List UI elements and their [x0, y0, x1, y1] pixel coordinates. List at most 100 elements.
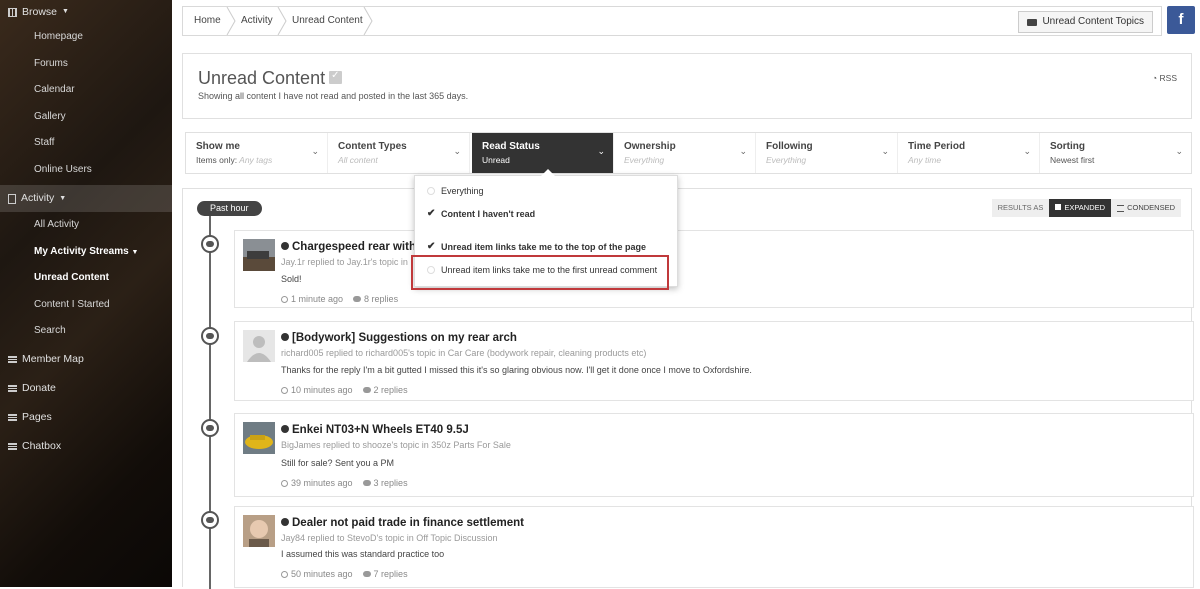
- filter-show-me[interactable]: Show me Items only: Any tags ⌄: [186, 133, 328, 173]
- sidebar-browse[interactable]: Browse ▼: [0, 0, 172, 24]
- condensed-label: CONDENSED: [1127, 203, 1175, 212]
- sidebar-item-staff[interactable]: Staff: [0, 130, 172, 157]
- filter-title: Read Status: [482, 141, 540, 152]
- checkmark-icon[interactable]: [329, 70, 343, 84]
- results-view-toggle: RESULTS AS EXPANDED CONDENSED: [991, 199, 1181, 217]
- facebook-button[interactable]: f: [1167, 6, 1195, 34]
- filter-content-types[interactable]: Content Types All content ⌄: [328, 133, 470, 173]
- post-time-text: 1 minute ago: [291, 294, 344, 304]
- post-meta: Jay.1r replied to Jay.1r's topic in: [281, 257, 408, 267]
- section-label: Past hour: [197, 201, 262, 216]
- filter-ownership[interactable]: Ownership Everything ⌄: [614, 133, 756, 173]
- chevron-down-icon: ⌄: [1023, 146, 1031, 156]
- avatar: [243, 422, 275, 454]
- list-item[interactable]: Chargespeed rear with Jay.1r replied to …: [234, 230, 1194, 308]
- square-icon: [1055, 204, 1062, 210]
- chevron-down-icon: ⌄: [881, 146, 889, 156]
- comment-icon: [353, 296, 362, 302]
- post-title[interactable]: Chargespeed rear with: [281, 241, 416, 253]
- unread-dot-icon: [281, 425, 289, 433]
- chevron-down-icon: ⌄: [1175, 146, 1183, 156]
- menu-item-everything[interactable]: Everything: [427, 186, 484, 196]
- breadcrumb-separator-icon: [363, 7, 373, 35]
- read-status-dropdown: Everything ✔ Content I haven't read ✔ Un…: [411, 169, 678, 290]
- sidebar-item-forums[interactable]: Forums: [0, 51, 172, 78]
- sidebar-item-my-activity-streams[interactable]: My Activity Streams ▼: [0, 239, 172, 266]
- post-time-text: 50 minutes ago: [291, 569, 353, 579]
- sidebar-item-gallery[interactable]: Gallery: [0, 104, 172, 131]
- sidebar-item-unread-content[interactable]: Unread Content: [0, 265, 172, 292]
- post-replies[interactable]: 3 replies: [362, 478, 408, 488]
- sidebar-pages[interactable]: Pages: [0, 403, 172, 432]
- sidebar-browse-label: Browse: [22, 6, 58, 18]
- topics-button-label: Unread Content Topics: [1042, 16, 1144, 27]
- post-snippet: Thanks for the reply I'm a bit gutted I …: [281, 365, 752, 375]
- menu-item-links-top-of-page[interactable]: ✔ Unread item links take me to the top o…: [427, 241, 646, 252]
- post-title[interactable]: Enkei NT03+N Wheels ET40 9.5J: [281, 424, 469, 436]
- post-replies[interactable]: 2 replies: [362, 385, 408, 395]
- clock-icon: [281, 387, 288, 394]
- sidebar-item-search[interactable]: Search: [0, 318, 172, 345]
- filter-title: Ownership: [624, 141, 676, 152]
- sidebar-item-label: Chatbox: [22, 439, 62, 452]
- menu-icon: [8, 355, 17, 363]
- sidebar-item-label: Donate: [22, 381, 56, 394]
- filter-time-period[interactable]: Time Period Any time ⌄: [898, 133, 1040, 173]
- breadcrumb: Home Activity Unread Content Unread Cont…: [182, 6, 1162, 36]
- sidebar-item-homepage[interactable]: Homepage: [0, 24, 172, 51]
- post-time-text: 39 minutes ago: [291, 478, 353, 488]
- post-footer: 39 minutes ago 3 replies: [281, 478, 408, 488]
- sidebar-item-online-users[interactable]: Online Users: [0, 157, 172, 184]
- breadcrumb-home[interactable]: Home: [194, 7, 221, 35]
- post-replies-text: 2 replies: [373, 385, 408, 395]
- sidebar-chatbox[interactable]: Chatbox: [0, 432, 172, 461]
- post-title[interactable]: Dealer not paid trade in finance settlem…: [281, 517, 524, 529]
- condensed-view-button[interactable]: CONDENSED: [1111, 199, 1181, 217]
- post-time-text: 10 minutes ago: [291, 385, 353, 395]
- filter-sorting[interactable]: Sorting Newest first ⌄: [1040, 133, 1191, 173]
- filter-following[interactable]: Following Everything ⌄: [756, 133, 898, 173]
- comment-bubble-icon: [201, 327, 219, 345]
- comment-bubble-icon: [201, 235, 219, 253]
- highlight-box: [411, 255, 669, 290]
- sidebar-item-content-i-started[interactable]: Content I Started: [0, 292, 172, 319]
- sidebar-item-calendar[interactable]: Calendar: [0, 77, 172, 104]
- avatar: [243, 239, 275, 271]
- menu-item-content-i-havent-read[interactable]: ✔ Content I haven't read: [427, 208, 535, 219]
- unread-content-topics-button[interactable]: Unread Content Topics: [1018, 11, 1153, 33]
- sidebar-member-map[interactable]: Member Map: [0, 345, 172, 374]
- post-time: 50 minutes ago: [281, 569, 353, 579]
- post-time: 1 minute ago: [281, 294, 343, 304]
- post-replies[interactable]: 8 replies: [353, 294, 398, 304]
- page-title: Unread Content: [198, 68, 343, 89]
- clock-icon: [281, 571, 288, 578]
- sidebar-item-all-activity[interactable]: All Activity: [0, 212, 172, 239]
- caret-down-icon: ▼: [131, 248, 139, 256]
- post-snippet: Sold!: [281, 274, 302, 284]
- list-item[interactable]: [Bodywork] Suggestions on my rear arch r…: [234, 321, 1194, 401]
- menu-item-label: Everything: [441, 186, 484, 196]
- breadcrumb-unread-content[interactable]: Unread Content: [292, 7, 363, 35]
- clock-icon: [281, 296, 288, 303]
- rss-link[interactable]: ◔ RSS: [1152, 73, 1177, 83]
- post-title[interactable]: [Bodywork] Suggestions on my rear arch: [281, 332, 517, 344]
- list-item[interactable]: Dealer not paid trade in finance settlem…: [234, 506, 1194, 588]
- breadcrumb-activity[interactable]: Activity: [241, 7, 273, 35]
- timeline-line: [209, 209, 211, 589]
- filter-value: Unread: [482, 155, 510, 165]
- sidebar-activity[interactable]: Activity ▼: [0, 185, 172, 212]
- post-footer: 50 minutes ago 7 replies: [281, 569, 408, 579]
- filter-read-status[interactable]: Read Status Unread ⌄: [472, 133, 614, 173]
- sidebar-donate[interactable]: Donate: [0, 374, 172, 403]
- page-header: Unread Content Showing all content I hav…: [182, 53, 1192, 119]
- avatar: [243, 515, 275, 547]
- checkmark-icon: ✔: [427, 241, 436, 252]
- filter-bar: Show me Items only: Any tags ⌄ Content T…: [185, 132, 1192, 174]
- filter-prefix: Items only:: [196, 155, 238, 165]
- filter-title: Time Period: [908, 141, 966, 152]
- menu-item-label: Unread item links take me to the top of …: [441, 241, 647, 252]
- post-replies[interactable]: 7 replies: [362, 569, 408, 579]
- list-item[interactable]: Enkei NT03+N Wheels ET40 9.5J BigJames r…: [234, 413, 1194, 497]
- page-title-text: Unread Content: [198, 68, 326, 88]
- expanded-view-button[interactable]: EXPANDED: [1049, 199, 1112, 217]
